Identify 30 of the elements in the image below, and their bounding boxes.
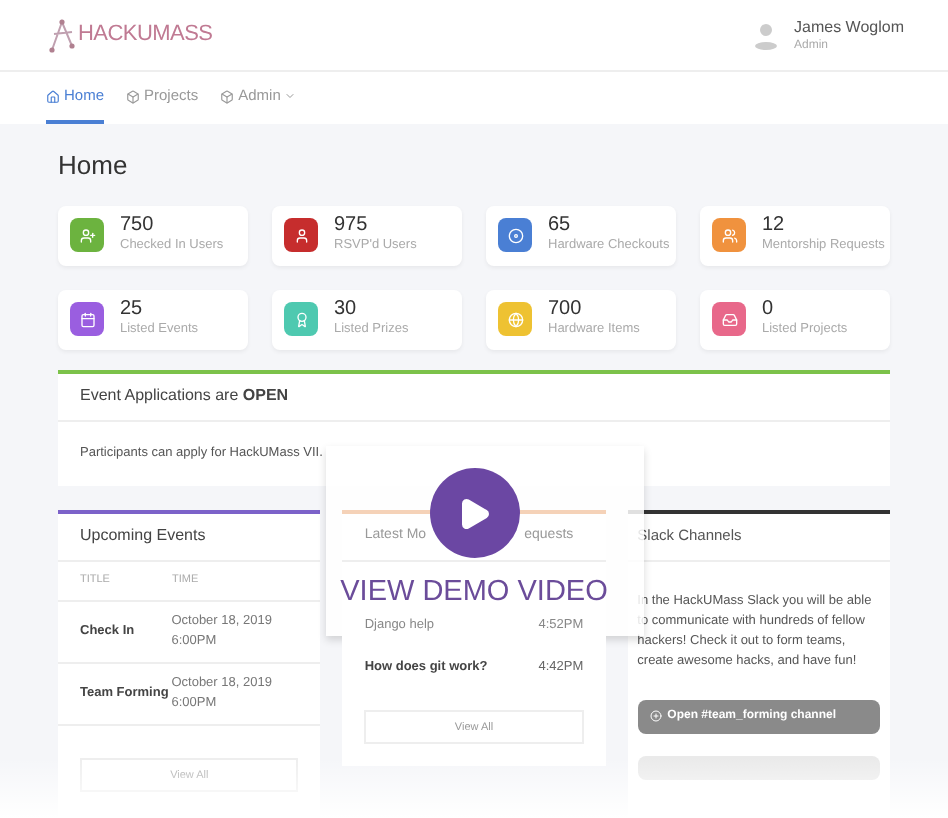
user-plus-icon	[79, 227, 95, 243]
logo-text: HACKUMASS	[78, 20, 213, 51]
stat-value: 0	[762, 300, 776, 321]
globe-icon	[507, 311, 523, 327]
avatar-icon	[754, 21, 779, 49]
video-label: VIEW DEMO VIDEO	[340, 574, 608, 612]
logo-icon	[48, 13, 76, 57]
box-icon	[126, 89, 141, 103]
user-name: James Woglom	[794, 19, 904, 35]
stat-value: 700	[548, 300, 584, 321]
play-icon	[456, 495, 492, 531]
calendar-icon	[79, 311, 95, 327]
caret-icon	[284, 90, 297, 102]
stat-value: 65	[548, 216, 573, 237]
stat-value: 975	[334, 216, 370, 237]
stat-value: 12	[762, 216, 787, 237]
panel-title: Upcoming Events	[80, 524, 206, 548]
stat-value: 750	[120, 216, 156, 237]
home-icon	[46, 89, 60, 103]
stat-value: 30	[334, 300, 359, 321]
plus-icon	[649, 710, 662, 723]
user-icon	[293, 227, 309, 243]
users-icon	[721, 227, 737, 243]
stat-value: 25	[120, 300, 145, 321]
page-title: Home	[58, 148, 130, 184]
box-icon	[220, 89, 235, 103]
card-title: Event Applications are OPEN	[80, 384, 289, 408]
disc-icon	[507, 227, 523, 243]
inbox-icon	[721, 311, 737, 327]
award-icon	[293, 311, 309, 327]
